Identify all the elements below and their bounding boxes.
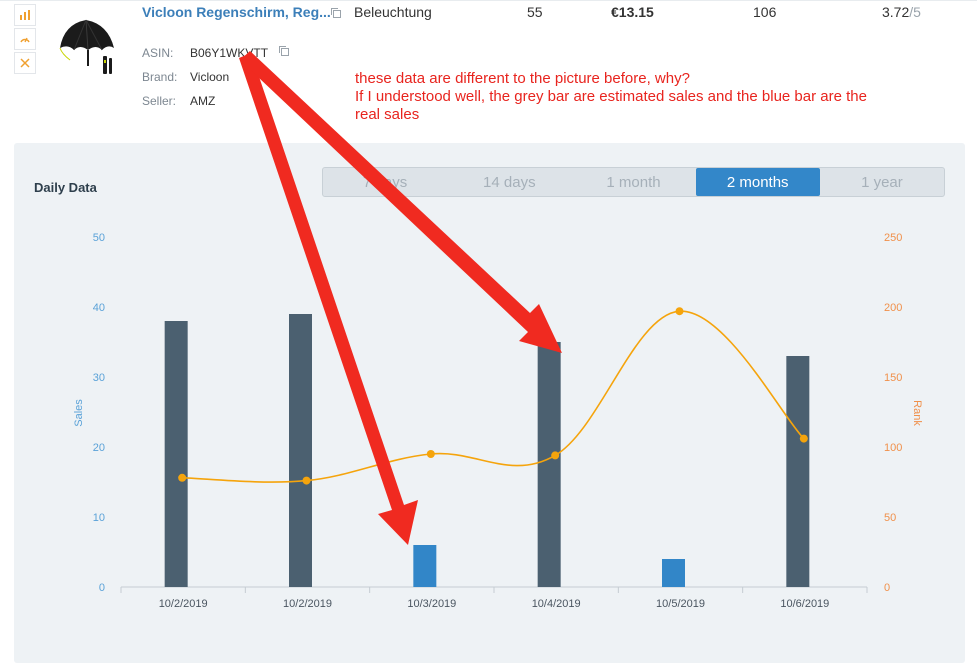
y2-tick-label: 200 — [884, 302, 902, 314]
real-sales-bar — [662, 559, 685, 587]
y2-tick-label: 250 — [884, 232, 902, 244]
y-tick-label: 40 — [93, 302, 105, 314]
estimated-sales-bar — [786, 356, 810, 587]
rank-line — [182, 310, 805, 483]
rank-point — [675, 307, 684, 316]
x-tick-label: 10/5/2019 — [656, 598, 705, 610]
x-tick-label: 10/6/2019 — [780, 598, 829, 610]
rank-point — [551, 451, 560, 460]
estimated-sales-bar — [537, 342, 561, 587]
y2-tick-label: 150 — [884, 372, 902, 384]
y2-axis-title: Rank — [911, 400, 923, 426]
x-tick-label: 10/4/2019 — [532, 598, 581, 610]
y-tick-label: 0 — [99, 582, 105, 594]
x-tick-label: 10/2/2019 — [159, 598, 208, 610]
y-tick-label: 30 — [93, 372, 105, 384]
x-tick-label: 10/3/2019 — [407, 598, 456, 610]
rank-point — [302, 476, 311, 485]
rank-point — [799, 434, 808, 443]
rank-point — [426, 450, 435, 458]
real-sales-bar — [413, 545, 437, 587]
y2-tick-label: 0 — [884, 582, 890, 594]
y-tick-label: 20 — [93, 442, 105, 454]
y-axis-title: Sales — [73, 399, 85, 427]
y-tick-label: 50 — [93, 232, 105, 244]
x-tick-label: 10/2/2019 — [283, 598, 332, 610]
estimated-sales-bar — [164, 321, 188, 587]
y2-tick-label: 50 — [884, 512, 896, 524]
y-tick-label: 10 — [93, 512, 105, 524]
rank-point — [178, 473, 187, 482]
y2-tick-label: 100 — [884, 442, 902, 454]
estimated-sales-bar — [289, 314, 312, 587]
daily-sales-chart: 0 10 20 30 40 50 0 50 100 150 200 250 Sales Rank 10/2/… — [73, 232, 923, 610]
